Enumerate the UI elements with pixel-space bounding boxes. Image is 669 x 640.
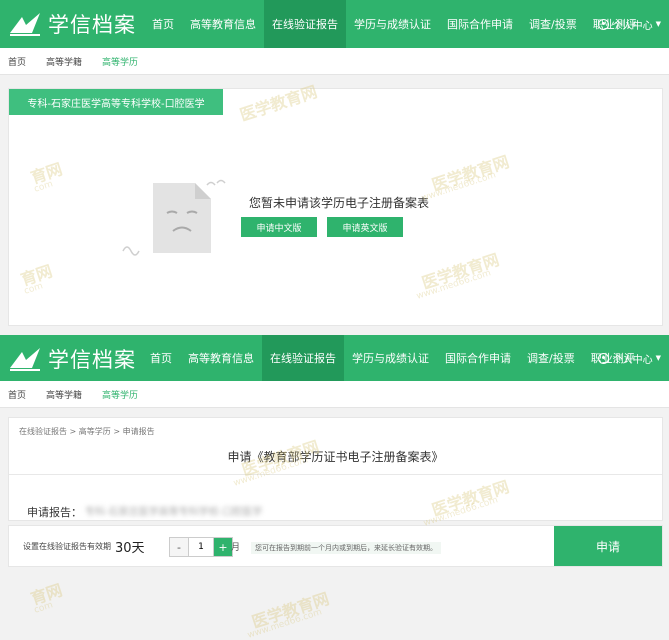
user-icon bbox=[597, 352, 609, 364]
nav-online-report[interactable]: 在线验证报告 bbox=[262, 335, 344, 381]
divider bbox=[9, 474, 662, 475]
sub-nav: 首页 高等学籍 高等学历 bbox=[0, 381, 669, 408]
nav-online-report[interactable]: 在线验证报告 bbox=[264, 0, 346, 48]
stepper-plus-button[interactable]: + bbox=[214, 538, 232, 556]
stepper-input[interactable] bbox=[188, 538, 214, 556]
report-label: 申请报告： bbox=[27, 506, 82, 519]
apply-button[interactable]: 申请 bbox=[554, 526, 662, 566]
site-logo[interactable]: 学信档案 bbox=[8, 344, 148, 374]
subnav-home[interactable]: 首页 bbox=[8, 388, 26, 401]
nav-higher-education[interactable]: 高等教育信息 bbox=[182, 0, 264, 48]
nav-higher-education[interactable]: 高等教育信息 bbox=[180, 335, 262, 381]
site-logo[interactable]: 学信档案 bbox=[8, 9, 148, 39]
apply-report-card: 在线验证报告 > 高等学历 > 申请报告 申请《教育部学历证书电子注册备案表》 … bbox=[8, 417, 663, 521]
user-center-label: 个人中心 bbox=[612, 20, 653, 32]
validity-days: 30天 bbox=[115, 541, 145, 556]
sub-nav: 首页 高等学籍 高等学历 bbox=[0, 48, 669, 75]
validity-label: 设置在线验证报告有效期 bbox=[23, 542, 111, 551]
user-icon bbox=[597, 18, 609, 30]
stepper-minus-button[interactable]: - bbox=[170, 538, 188, 556]
zzz-icon bbox=[206, 179, 226, 186]
logo-text: 学信档案 bbox=[48, 13, 136, 37]
subnav-higher-degree[interactable]: 高等学历 bbox=[102, 388, 138, 401]
logo-text: 学信档案 bbox=[48, 348, 136, 372]
top-header: 学信档案 首页 高等教育信息 在线验证报告 学历与成绩认证 国际合作申请 调查/… bbox=[0, 0, 669, 48]
validity-bar: 设置在线验证报告有效期 30天 - + 月 您可在报告到期前一个月内或到期后，来… bbox=[8, 525, 663, 567]
degree-card: 专科-石家庄医学高等专科学校-口腔医学 您暂未申请该学历电子注册备案表 申请中文… bbox=[8, 88, 663, 326]
validity-hint: 您可在报告到期前一个月内或到期后，来延长验证有效期。 bbox=[251, 542, 441, 554]
main-nav: 首页 高等教育信息 在线验证报告 学历与成绩认证 国际合作申请 调查/投票 职业… bbox=[144, 0, 645, 48]
stepper-unit: 月 bbox=[231, 543, 241, 553]
logo-leaf-icon bbox=[10, 13, 40, 36]
apply-chinese-button[interactable]: 申请中文版 bbox=[241, 217, 317, 237]
nav-degree-certification[interactable]: 学历与成绩认证 bbox=[344, 335, 437, 381]
empty-document-icon bbox=[153, 183, 211, 253]
month-stepper: - + bbox=[169, 537, 233, 557]
report-breadcrumb: 在线验证报告 > 高等学历 > 申请报告 bbox=[19, 427, 155, 436]
subnav-home[interactable]: 首页 bbox=[8, 55, 26, 68]
watermark-text: 医学教育网 bbox=[249, 589, 332, 632]
subnav-higher-degree[interactable]: 高等学历 bbox=[102, 55, 138, 68]
bottom-screenshot: 学信档案 首页 高等教育信息 在线验证报告 学历与成绩认证 国际合作申请 调查/… bbox=[0, 335, 669, 640]
user-center-menu[interactable]: 个人中心 ▼ bbox=[597, 0, 661, 48]
report-value-blurred: 专科-石家庄医学高等专科学校-口腔医学 bbox=[85, 507, 263, 518]
apply-title: 申请《教育部学历证书电子注册备案表》 bbox=[227, 450, 444, 464]
top-screenshot: 学信档案 首页 高等教育信息 在线验证报告 学历与成绩认证 国际合作申请 调查/… bbox=[0, 0, 669, 330]
user-center-menu[interactable]: 个人中心 ▼ bbox=[597, 335, 661, 381]
nav-survey[interactable]: 调查/投票 bbox=[519, 335, 583, 381]
watermark-url: www.med66.com bbox=[246, 607, 324, 640]
scribble-icon bbox=[122, 246, 140, 256]
watermark-side-small: com bbox=[32, 600, 55, 616]
nav-survey[interactable]: 调查/投票 bbox=[521, 0, 585, 48]
subnav-higher-register[interactable]: 高等学籍 bbox=[46, 388, 82, 401]
nav-international[interactable]: 国际合作申请 bbox=[439, 0, 521, 48]
nav-international[interactable]: 国际合作申请 bbox=[437, 335, 519, 381]
user-center-label: 个人中心 bbox=[612, 354, 653, 366]
nav-home[interactable]: 首页 bbox=[142, 335, 180, 381]
school-tab[interactable]: 专科-石家庄医学高等专科学校-口腔医学 bbox=[9, 89, 223, 115]
chevron-down-icon: ▼ bbox=[655, 354, 661, 362]
nav-home[interactable]: 首页 bbox=[144, 0, 182, 48]
bottom-header: 学信档案 首页 高等教育信息 在线验证报告 学历与成绩认证 国际合作申请 调查/… bbox=[0, 335, 669, 381]
main-nav: 首页 高等教育信息 在线验证报告 学历与成绩认证 国际合作申请 调查/投票 职业… bbox=[142, 335, 643, 381]
empty-message: 您暂未申请该学历电子注册备案表 bbox=[249, 196, 430, 210]
apply-english-button[interactable]: 申请英文版 bbox=[327, 217, 403, 237]
logo-leaf-icon bbox=[10, 348, 40, 371]
watermark-side: 育网 bbox=[28, 580, 65, 609]
subnav-higher-register[interactable]: 高等学籍 bbox=[46, 55, 82, 68]
chevron-down-icon: ▼ bbox=[655, 20, 661, 28]
nav-degree-certification[interactable]: 学历与成绩认证 bbox=[346, 0, 439, 48]
